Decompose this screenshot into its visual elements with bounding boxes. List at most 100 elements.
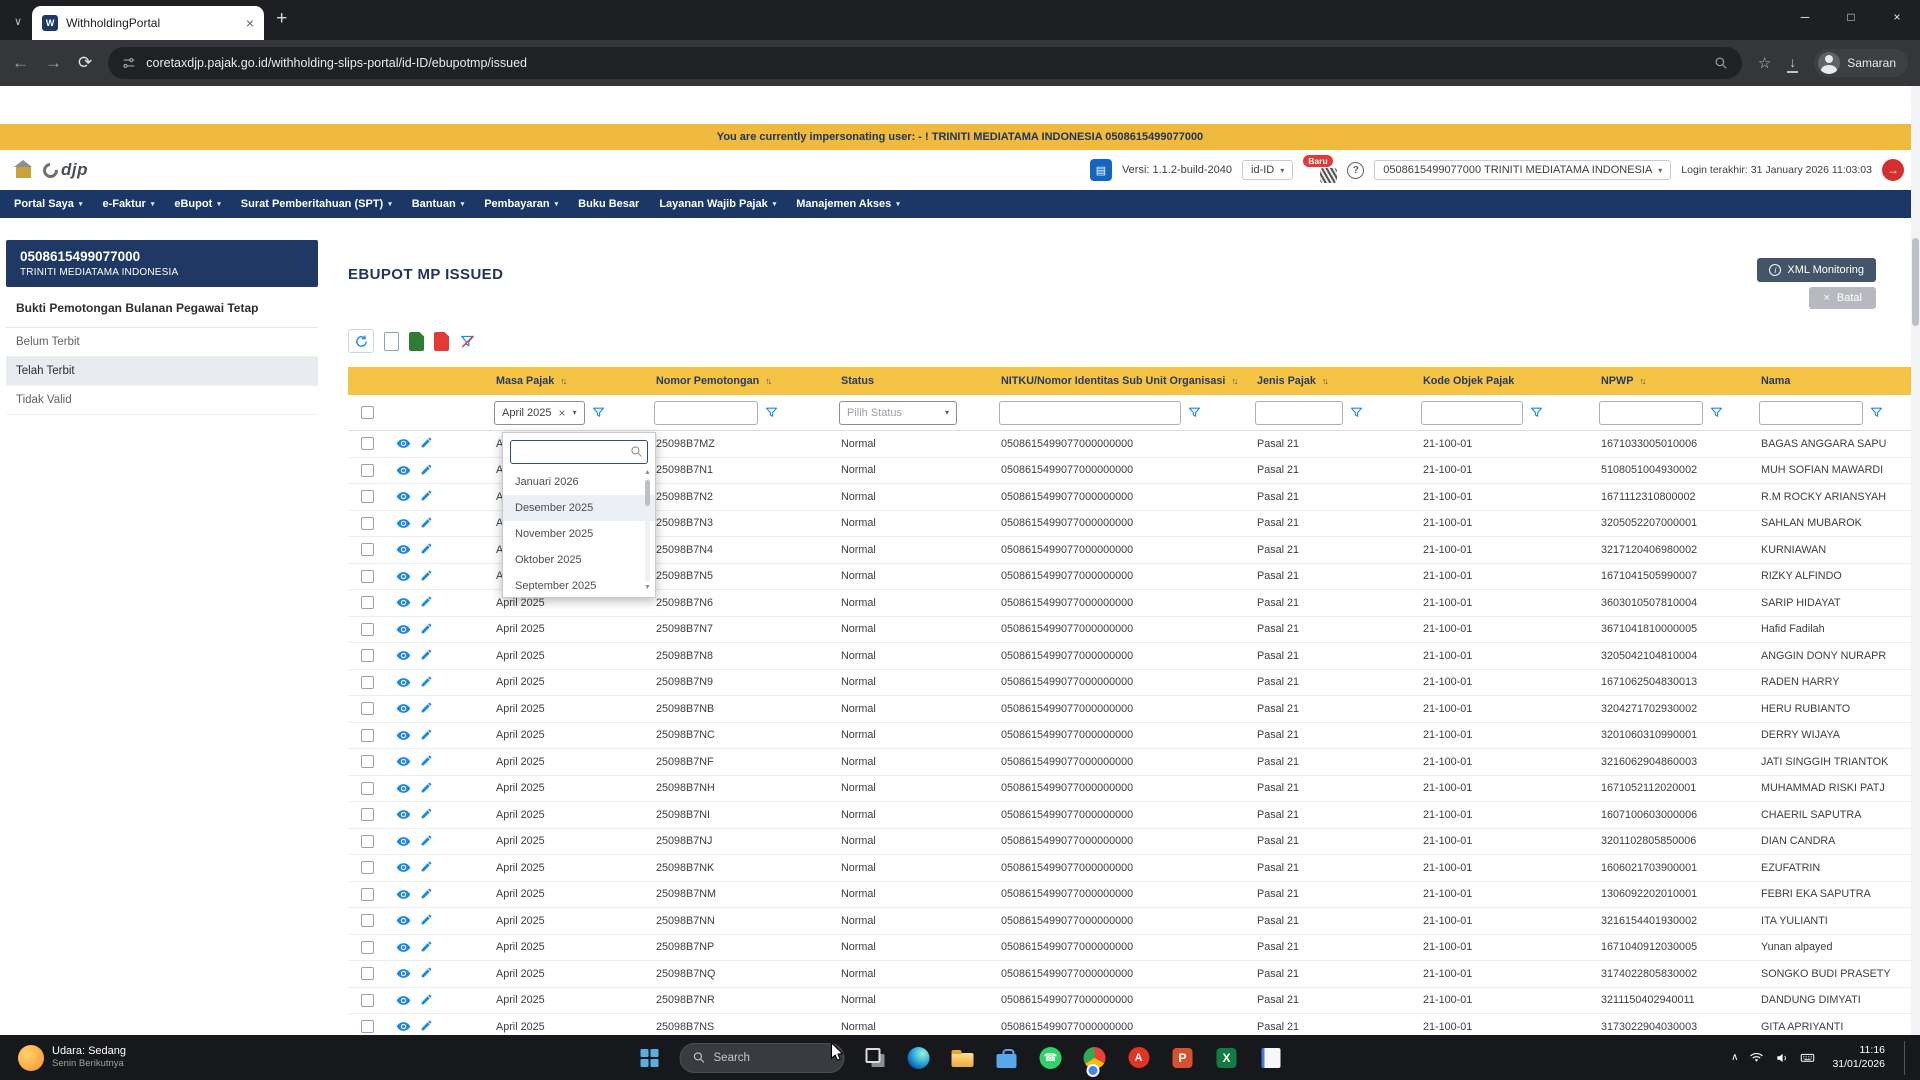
row-checkbox[interactable] [361, 490, 374, 503]
nitku-filter-input[interactable] [999, 401, 1181, 425]
view-row-icon[interactable] [396, 860, 411, 875]
zoom-icon[interactable] [1714, 56, 1728, 70]
start-button[interactable] [630, 1038, 670, 1078]
select-all-checkbox[interactable] [361, 406, 374, 419]
profile-chip[interactable]: Samaran [1814, 49, 1908, 77]
logout-icon[interactable]: → [1882, 159, 1904, 181]
edit-row-icon[interactable] [420, 463, 435, 478]
row-checkbox[interactable] [361, 570, 374, 583]
column-header[interactable]: NPWP↑↓ [1593, 367, 1753, 395]
export-csv-file-icon[interactable] [384, 332, 399, 351]
whatsapp-taskbar-icon[interactable] [1031, 1038, 1071, 1078]
browser-tab[interactable]: W WithholdingPortal × [32, 6, 264, 40]
volume-icon[interactable] [1775, 1051, 1789, 1065]
column-header[interactable]: Nomor Pemotongan↑↓ [648, 367, 833, 395]
edit-row-icon[interactable] [420, 648, 435, 663]
view-row-icon[interactable] [396, 993, 411, 1008]
row-checkbox[interactable] [361, 861, 374, 874]
sort-icon[interactable]: ↑↓ [1322, 376, 1327, 386]
row-checkbox[interactable] [361, 464, 374, 477]
hidden-icons-chevron[interactable]: ∧ [1731, 1052, 1738, 1063]
wifi-icon[interactable] [1749, 1050, 1764, 1065]
masa-pajak-funnel-icon[interactable] [591, 405, 607, 421]
nav-item-manajemen-akses[interactable]: Manajemen Akses▾ [796, 198, 900, 210]
edit-row-icon[interactable] [420, 834, 435, 849]
masa-pajak-filter[interactable]: April 2025 × ▾ [494, 401, 585, 425]
view-row-icon[interactable] [396, 516, 411, 531]
edit-row-icon[interactable] [420, 436, 435, 451]
edit-row-icon[interactable] [420, 940, 435, 955]
scrollbar-thumb[interactable] [645, 480, 650, 506]
forward-button[interactable]: → [45, 53, 62, 73]
jenis-pajak-funnel-icon[interactable] [1349, 405, 1365, 421]
store-taskbar-icon[interactable] [987, 1038, 1027, 1078]
edit-row-icon[interactable] [420, 993, 435, 1008]
site-info-icon[interactable] [122, 56, 136, 70]
row-checkbox[interactable] [361, 914, 374, 927]
row-checkbox[interactable] [361, 782, 374, 795]
nav-item-e-faktur[interactable]: e-Faktur▾ [102, 198, 154, 210]
view-row-icon[interactable] [396, 622, 411, 637]
row-checkbox[interactable] [361, 941, 374, 954]
edit-row-icon[interactable] [420, 913, 435, 928]
view-row-icon[interactable] [396, 595, 411, 610]
nav-item-pembayaran[interactable]: Pembayaran▾ [484, 198, 558, 210]
row-checkbox[interactable] [361, 596, 374, 609]
scroll-up-icon[interactable]: ▲ [644, 469, 651, 476]
sidebar-item-belum-terbit[interactable]: Belum Terbit [6, 328, 318, 357]
edit-row-icon[interactable] [420, 728, 435, 743]
nav-item-buku-besar[interactable]: Buku Besar [578, 198, 639, 210]
edit-row-icon[interactable] [420, 675, 435, 690]
edit-row-icon[interactable] [420, 516, 435, 531]
export-excel-file-icon[interactable] [409, 332, 424, 351]
edit-row-icon[interactable] [420, 542, 435, 557]
row-checkbox[interactable] [361, 517, 374, 530]
refresh-icon[interactable] [348, 329, 374, 353]
acrobat-taskbar-icon[interactable] [1119, 1038, 1159, 1078]
sort-icon[interactable]: ↑↓ [765, 376, 770, 386]
dropdown-option[interactable]: Oktober 2025 [503, 547, 655, 573]
back-button[interactable]: ← [12, 53, 29, 73]
row-checkbox[interactable] [361, 755, 374, 768]
edit-row-icon[interactable] [420, 781, 435, 796]
view-row-icon[interactable] [396, 648, 411, 663]
edit-row-icon[interactable] [420, 595, 435, 610]
tab-close-icon[interactable]: × [246, 15, 254, 31]
view-row-icon[interactable] [396, 834, 411, 849]
dropdown-option[interactable]: Desember 2025 [503, 495, 655, 521]
nomor-filter-input[interactable] [654, 401, 758, 425]
column-header[interactable]: Masa Pajak↑↓ [488, 367, 648, 395]
row-checkbox[interactable] [361, 1020, 374, 1033]
jenis-pajak-filter-input[interactable] [1255, 401, 1343, 425]
company-selector[interactable]: 0508615499077000 TRINITI MEDIATAMA INDON… [1374, 160, 1671, 180]
dropdown-search-input[interactable] [510, 440, 648, 464]
nitku-funnel-icon[interactable] [1187, 405, 1203, 421]
nav-item-portal-saya[interactable]: Portal Saya▾ [14, 198, 82, 210]
nama-funnel-icon[interactable] [1869, 405, 1885, 421]
dropdown-scrollbar[interactable]: ▲ ▼ [641, 469, 654, 591]
view-row-icon[interactable] [396, 569, 411, 584]
whats-new-button[interactable]: Baru [1303, 157, 1337, 183]
reload-button[interactable]: ⟳ [78, 53, 92, 73]
edit-row-icon[interactable] [420, 860, 435, 875]
page-scrollbar-thumb[interactable] [1912, 238, 1919, 326]
downloads-icon[interactable]: ↓ [1787, 54, 1798, 73]
view-row-icon[interactable] [396, 1019, 411, 1034]
scroll-down-icon[interactable]: ▼ [644, 584, 651, 591]
clear-filter-icon[interactable] [459, 333, 476, 350]
xml-monitoring-button[interactable]: i XML Monitoring [1757, 258, 1876, 282]
row-checkbox[interactable] [361, 543, 374, 556]
file-explorer-taskbar-icon[interactable] [943, 1038, 983, 1078]
show-desktop-strip[interactable] [1904, 1041, 1908, 1075]
row-checkbox[interactable] [361, 729, 374, 742]
view-row-icon[interactable] [396, 463, 411, 478]
edit-row-icon[interactable] [420, 701, 435, 716]
edit-row-icon[interactable] [420, 966, 435, 981]
row-checkbox[interactable] [361, 994, 374, 1007]
edit-row-icon[interactable] [420, 1019, 435, 1034]
sidebar-item-tidak-valid[interactable]: Tidak Valid [6, 386, 318, 415]
nav-item-ebupot[interactable]: eBupot▾ [174, 198, 220, 210]
window-close-button[interactable]: × [1874, 0, 1920, 34]
bookmark-star-icon[interactable]: ☆ [1758, 54, 1771, 72]
row-checkbox[interactable] [361, 676, 374, 689]
